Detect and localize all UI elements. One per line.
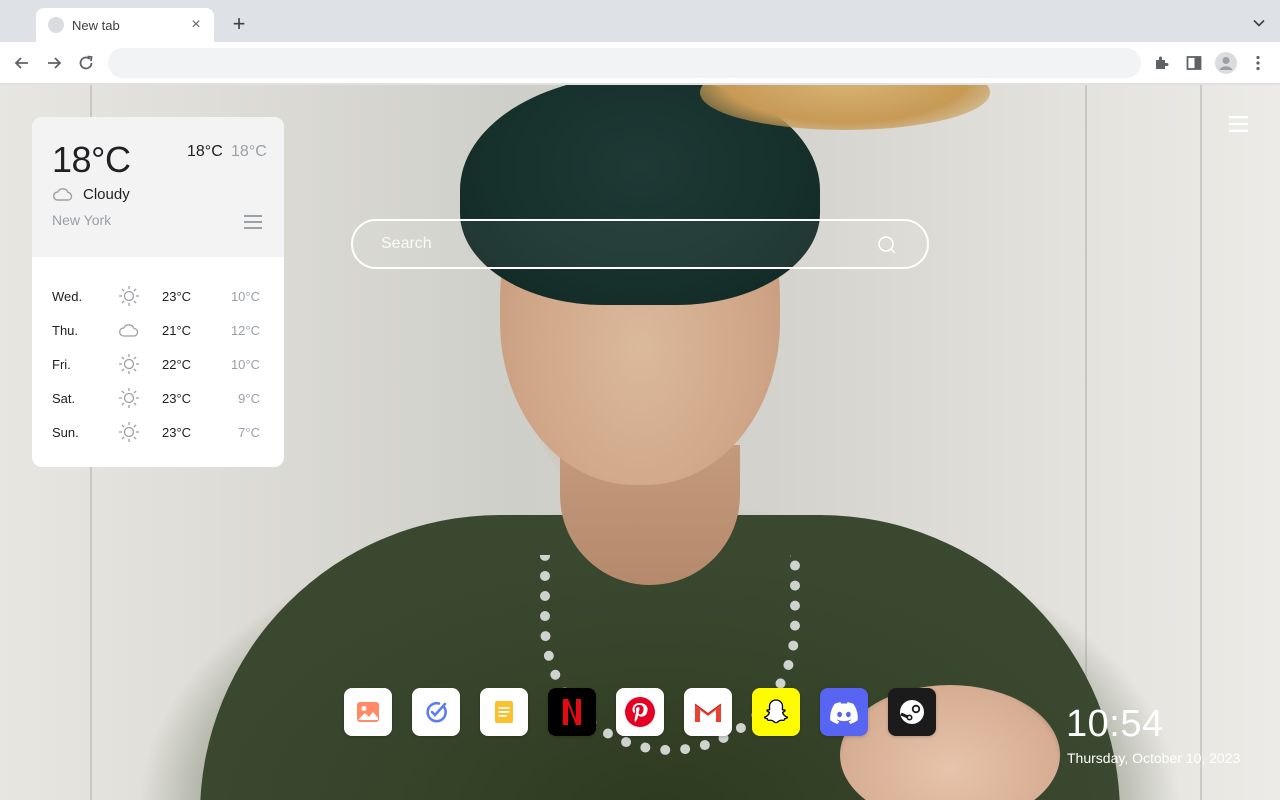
- app-pinterest[interactable]: [616, 688, 664, 736]
- image-icon: [357, 702, 379, 722]
- tab-new-tab[interactable]: New tab ×: [36, 8, 214, 42]
- address-bar[interactable]: [108, 48, 1141, 78]
- sun-icon: [119, 422, 139, 442]
- forecast-low: 9°C: [238, 390, 260, 406]
- reload-icon[interactable]: [76, 53, 96, 73]
- steam-icon: [900, 700, 924, 724]
- weather-city[interactable]: New York: [52, 212, 111, 228]
- globe-icon: [48, 17, 64, 33]
- app-tasks[interactable]: [412, 688, 460, 736]
- sun-icon: [119, 354, 139, 374]
- app-discord[interactable]: [820, 688, 868, 736]
- close-icon[interactable]: ×: [188, 16, 204, 33]
- temp-high: 18°C: [187, 143, 223, 160]
- extensions-icon[interactable]: [1152, 53, 1172, 73]
- forecast-day: Thu.: [52, 322, 79, 338]
- clock-date: Thursday, October 10, 2023: [1067, 750, 1241, 766]
- app-steam[interactable]: [888, 688, 936, 736]
- cloud-icon: [119, 324, 139, 337]
- forecast-low: 10°C: [230, 288, 260, 304]
- pinterest-icon: [625, 697, 655, 727]
- forecast-high: 21°C: [162, 322, 192, 338]
- forecast-high: 23°C: [162, 424, 192, 440]
- app-notes[interactable]: [480, 688, 528, 736]
- app-netflix[interactable]: [548, 688, 596, 736]
- app-gmail[interactable]: [684, 688, 732, 736]
- clock-time: 10:54: [1066, 703, 1164, 745]
- app-gallery[interactable]: [344, 688, 392, 736]
- forecast-row: Sun. 23°C 7°C: [32, 415, 284, 449]
- note-icon: [495, 701, 513, 723]
- netflix-icon: [563, 699, 581, 725]
- new-tab-button[interactable]: +: [228, 13, 250, 36]
- forecast-low: 7°C: [238, 424, 260, 440]
- snapchat-icon: [763, 699, 789, 724]
- current-temperature: 18°C: [52, 139, 131, 180]
- profile-avatar-icon[interactable]: [1215, 52, 1237, 74]
- forecast-row: Wed. 23°C 10°C: [32, 279, 284, 313]
- toolbar: [0, 42, 1280, 84]
- tab-title: New tab: [72, 17, 120, 33]
- app-dock: [344, 688, 936, 736]
- weather-current: 18°C 18°C 18°C Cloudy New York: [32, 117, 284, 257]
- app-snapchat[interactable]: [752, 688, 800, 736]
- forecast-row: Sat. 23°C 9°C: [32, 381, 284, 415]
- forecast-day: Wed.: [52, 288, 83, 304]
- background-photo-detail: [1200, 85, 1202, 800]
- forecast-day: Sun.: [52, 424, 79, 440]
- search-input[interactable]: [381, 221, 861, 267]
- temp-low: 18°C: [231, 143, 267, 160]
- forecast-low: 10°C: [230, 356, 260, 372]
- search-box: [351, 219, 929, 269]
- sun-icon: [119, 286, 139, 306]
- cloud-icon: [52, 188, 73, 201]
- forecast-day: Fri.: [52, 356, 71, 372]
- forecast-row: Fri. 22°C 10°C: [32, 347, 284, 381]
- chevron-down-icon[interactable]: [1252, 16, 1266, 30]
- new-tab-page: 18°C 18°C 18°C Cloudy New York Wed. 23°C…: [0, 85, 1280, 800]
- discord-icon: [830, 702, 858, 724]
- weather-condition: Cloudy: [83, 186, 130, 203]
- more-menu-icon[interactable]: [1248, 53, 1268, 73]
- forward-icon[interactable]: [44, 53, 64, 73]
- weather-widget: 18°C 18°C 18°C Cloudy New York Wed. 23°C…: [32, 117, 284, 467]
- forecast-high: 23°C: [162, 288, 192, 304]
- forecast-high: 23°C: [162, 390, 192, 406]
- hamburger-menu-icon[interactable]: [1229, 116, 1248, 132]
- forecast-high: 22°C: [162, 356, 192, 372]
- hamburger-menu-icon[interactable]: [244, 215, 262, 229]
- forecast-day: Sat.: [52, 390, 76, 406]
- gmail-icon: [694, 703, 722, 722]
- forecast-low: 12°C: [230, 322, 260, 338]
- search-icon[interactable]: [877, 235, 897, 255]
- side-panel-icon[interactable]: [1184, 53, 1204, 73]
- check-circle-icon: [426, 701, 447, 723]
- back-icon[interactable]: [12, 53, 32, 73]
- sun-icon: [119, 388, 139, 408]
- forecast-list: Wed. 23°C 10°C Thu. 21°C 12°C Fri. 22°C …: [32, 257, 284, 449]
- tab-strip: New tab × +: [0, 0, 1280, 42]
- forecast-row: Thu. 21°C 12°C: [32, 313, 284, 347]
